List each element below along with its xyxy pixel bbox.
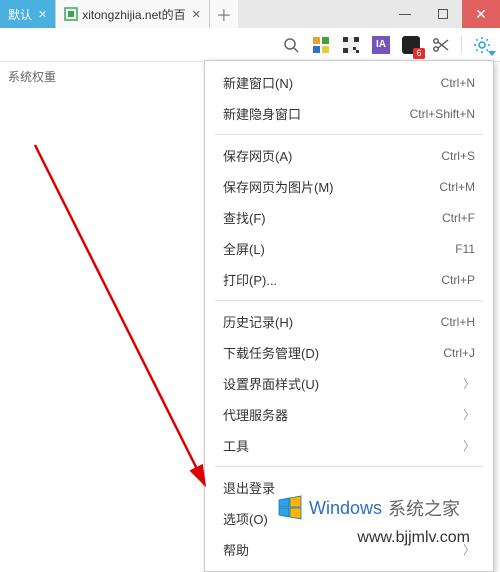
window-close-button[interactable]: ✕ [462,0,500,28]
chevron-right-icon: 〉 [463,406,475,423]
ia-badge-icon[interactable]: IA [371,35,391,55]
close-icon[interactable]: ✕ [38,8,47,21]
qr-code-icon[interactable] [341,35,361,55]
menu-item-save-as-image[interactable]: 保存网页为图片(M)Ctrl+M [205,171,493,202]
new-tab-button[interactable]: ＋ [210,0,238,28]
menu-item-find[interactable]: 查找(F)Ctrl+F [205,202,493,233]
menu-item-ui-style[interactable]: 设置界面样式(U)〉 [205,368,493,399]
menu-item-tools[interactable]: 工具〉 [205,430,493,461]
browser-tab[interactable]: xitongzhijia.net的百 ✕ [56,0,210,28]
extension-icon[interactable]: 6 [401,35,421,55]
toolbar-divider [461,36,462,54]
scissors-icon[interactable] [431,35,451,55]
close-icon[interactable]: ✕ [192,8,201,21]
menu-item-new-incognito[interactable]: 新建隐身窗口Ctrl+Shift+N [205,98,493,129]
watermark-url: www.bjjmlv.com [357,529,470,547]
menu-item-print[interactable]: 打印(P)...Ctrl+P [205,264,493,295]
dropdown-caret-icon [488,51,496,56]
menu-item-fullscreen[interactable]: 全屏(L)F11 [205,233,493,264]
tab-label: xitongzhijia.net的百 [82,6,185,23]
menu-separator [215,466,483,467]
window-maximize-button[interactable] [424,0,462,28]
notification-badge: 6 [413,48,425,59]
browser-tab-active[interactable]: 默认 ✕ [0,0,56,28]
menu-item-proxy[interactable]: 代理服务器〉 [205,399,493,430]
menu-item-save-page[interactable]: 保存网页(A)Ctrl+S [205,140,493,171]
page-text: 系统权重 [8,68,56,85]
menu-item-downloads[interactable]: 下载任务管理(D)Ctrl+J [205,337,493,368]
search-icon[interactable] [281,35,301,55]
chevron-right-icon: 〉 [463,375,475,392]
menu-separator [215,300,483,301]
menu-item-new-window[interactable]: 新建窗口(N)Ctrl+N [205,67,493,98]
window-minimize-button[interactable] [386,0,424,28]
windows-logo-icon [277,495,303,521]
watermark-logo: Windows系统之家 [277,495,460,521]
menu-separator [215,134,483,135]
settings-gear-icon[interactable] [472,35,492,55]
favicon-icon [64,7,78,21]
apps-grid-icon[interactable] [311,35,331,55]
menu-item-history[interactable]: 历史记录(H)Ctrl+H [205,306,493,337]
tab-label: 默认 [8,6,32,23]
chevron-right-icon: 〉 [463,437,475,454]
